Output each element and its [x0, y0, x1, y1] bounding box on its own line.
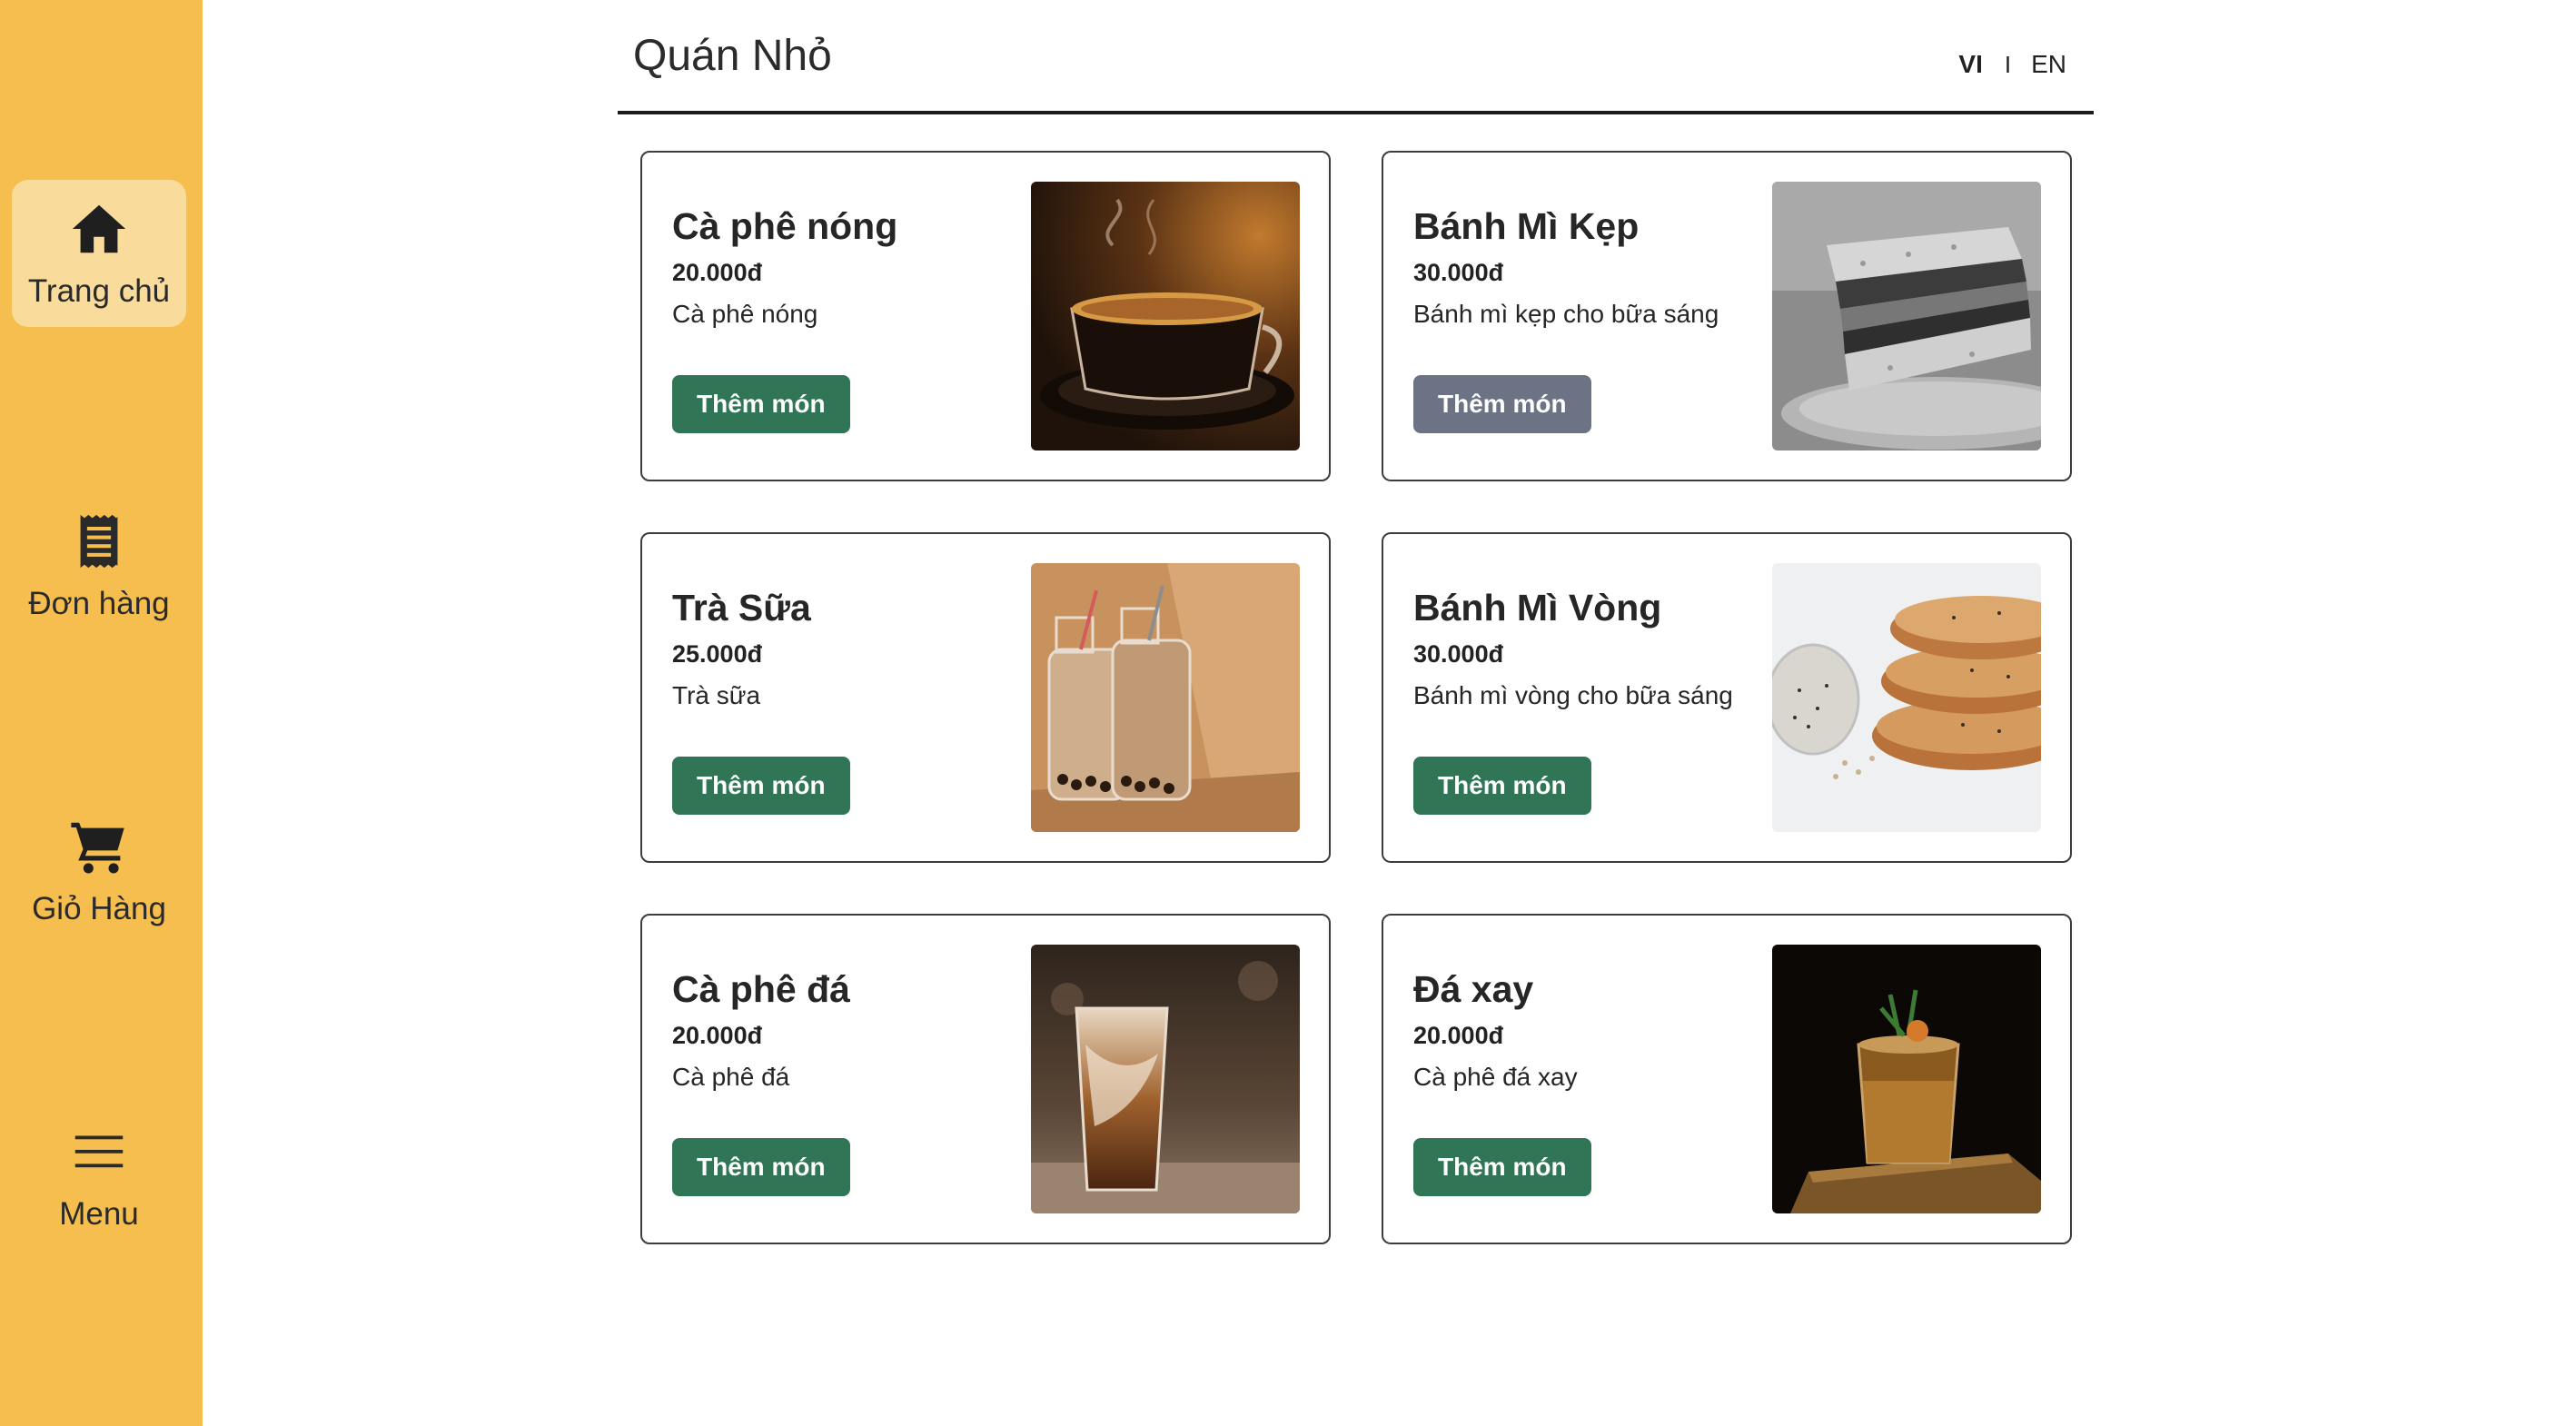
sidebar-item-orders[interactable]: Đơn hàng — [12, 492, 186, 639]
product-card: Cà phê đá 20.000đ Cà phê đá Thêm món — [640, 914, 1331, 1244]
product-name: Cà phê nóng — [672, 205, 898, 247]
milk-tea-photo — [1031, 563, 1300, 832]
product-image — [1031, 945, 1300, 1213]
page-title: Quán Nhỏ — [633, 32, 832, 80]
product-card: Bánh Mì Kẹp 30.000đ Bánh mì kẹp cho bữa … — [1382, 151, 2072, 481]
add-item-button[interactable]: Thêm món — [672, 375, 850, 433]
sidebar-item-label: Giỏ Hàng — [32, 891, 166, 926]
product-description: Cà phê đá — [672, 1063, 790, 1091]
product-price: 20.000đ — [672, 259, 763, 286]
sidebar: Trang chủ Đơn hàng Giỏ Hàng Menu — [0, 0, 203, 1426]
product-image — [1772, 945, 2041, 1213]
product-price: 20.000đ — [1413, 1022, 1504, 1049]
product-image — [1031, 182, 1300, 451]
product-description: Bánh mì kẹp cho bữa sáng — [1413, 300, 1719, 328]
language-switcher: VI I EN — [1958, 50, 2066, 79]
iced-coffee-photo — [1031, 945, 1300, 1213]
product-card: Đá xay 20.000đ Cà phê đá xay Thêm món — [1382, 914, 2072, 1244]
product-name: Trà Sữa — [672, 587, 811, 629]
menu-icon — [74, 1135, 124, 1168]
product-description: Cà phê đá xay — [1413, 1063, 1578, 1091]
bagel-photo — [1772, 563, 2041, 832]
lang-separator: I — [2004, 50, 2012, 78]
sidebar-item-label: Đơn hàng — [28, 586, 170, 621]
product-description: Trà sữa — [672, 681, 761, 709]
product-price: 20.000đ — [672, 1022, 763, 1049]
lang-vi-link[interactable]: VI — [1958, 50, 1982, 79]
product-name: Bánh Mì Kẹp — [1413, 205, 1640, 247]
sandwich-photo — [1772, 182, 2041, 451]
receipt-icon — [80, 514, 118, 569]
home-icon — [72, 204, 126, 253]
add-item-button[interactable]: Thêm món — [672, 1138, 850, 1196]
add-item-button[interactable]: Thêm món — [1413, 375, 1591, 433]
blended-drink-photo — [1772, 945, 2041, 1213]
product-price: 30.000đ — [1413, 640, 1504, 668]
product-card: Trà Sữa 25.000đ Trà sữa Thêm món — [640, 532, 1331, 863]
add-item-button[interactable]: Thêm món — [1413, 757, 1591, 815]
lang-en-link[interactable]: EN — [2031, 50, 2066, 79]
add-item-button[interactable]: Thêm món — [672, 757, 850, 815]
product-image — [1772, 182, 2041, 451]
hot-coffee-photo — [1031, 182, 1300, 451]
product-card: Cà phê nóng 20.000đ Cà phê nóng Thêm món — [640, 151, 1331, 481]
product-price: 25.000đ — [672, 640, 763, 668]
product-name: Bánh Mì Vòng — [1413, 587, 1662, 629]
sidebar-item-label: Trang chủ — [27, 273, 171, 309]
product-description: Bánh mì vòng cho bữa sáng — [1413, 681, 1733, 709]
header: Quán Nhỏ VI I EN — [618, 0, 2094, 114]
product-image — [1772, 563, 2041, 832]
sidebar-item-label: Menu — [59, 1196, 139, 1232]
product-image — [1031, 563, 1300, 832]
cart-icon — [71, 822, 124, 874]
sidebar-item-home[interactable]: Trang chủ — [12, 180, 186, 327]
product-card: Bánh Mì Vòng 30.000đ Bánh mì vòng cho bữ… — [1382, 532, 2072, 863]
product-price: 30.000đ — [1413, 259, 1504, 286]
add-item-button[interactable]: Thêm món — [1413, 1138, 1591, 1196]
product-name: Cà phê đá — [672, 968, 850, 1010]
product-description: Cà phê nóng — [672, 300, 818, 328]
product-name: Đá xay — [1413, 968, 1534, 1010]
sidebar-item-cart[interactable]: Giỏ Hàng — [12, 797, 186, 945]
sidebar-item-menu[interactable]: Menu — [12, 1103, 186, 1250]
